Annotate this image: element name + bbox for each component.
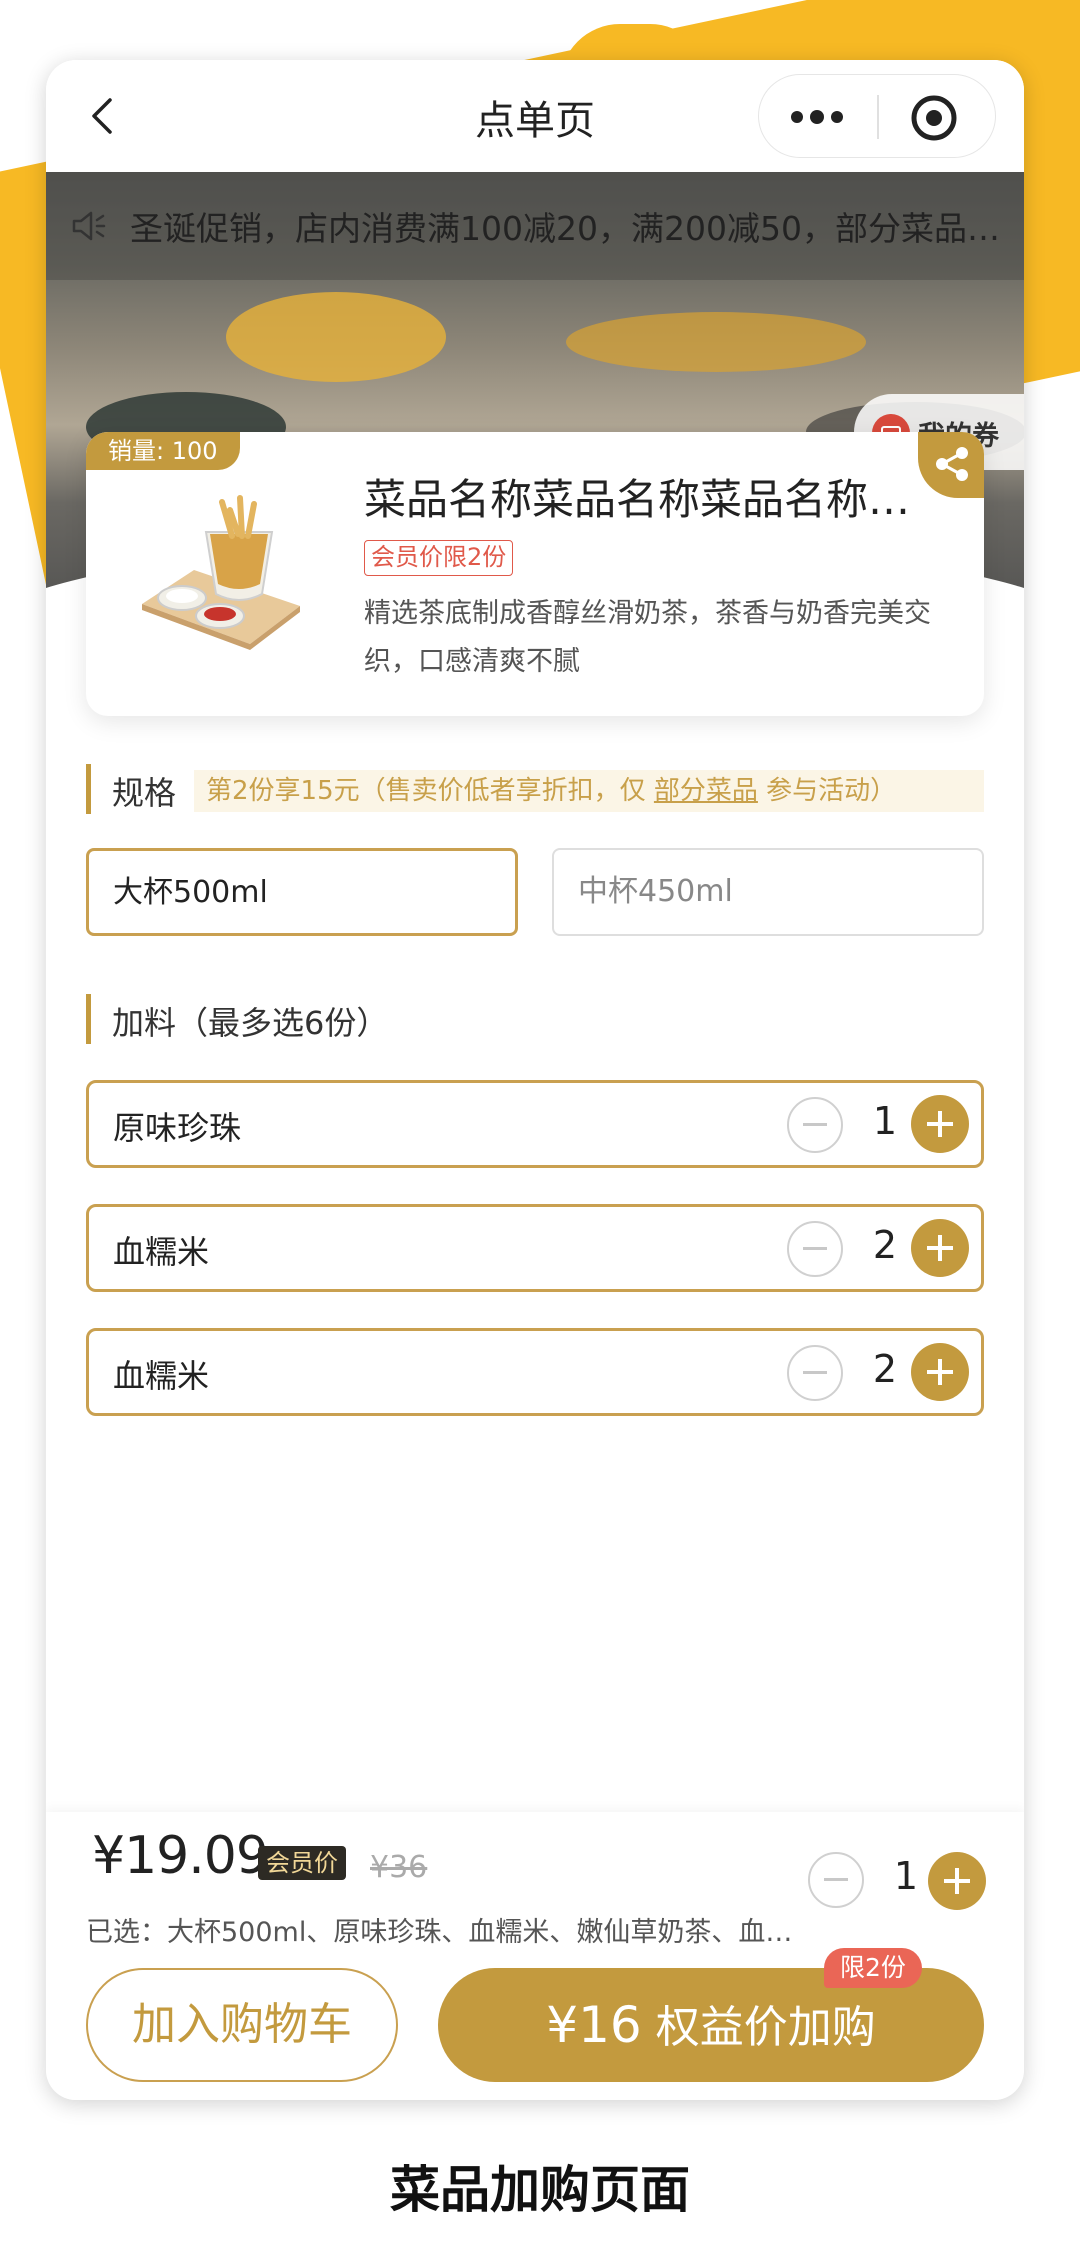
spec-promo-note: 第2份享15元（售卖价低者享折扣，仅 部分菜品 参与活动） [194,770,984,812]
bottom-action-bar: ¥19.09 会员价 ¥36 已选：大杯500ml、原味珍珠、血糯米、嫩仙草奶茶… [46,1812,1024,2100]
member-limit-badge: 会员价限2份 [364,540,514,576]
plus-button[interactable] [911,1095,969,1153]
original-price: ¥36 [370,1850,428,1885]
addon-qty: 1 [872,1099,898,1143]
plus-button[interactable] [911,1219,969,1277]
addon-qty: 2 [872,1347,898,1391]
notice-text: 圣诞促销，店内消费满100减20，满200减50，部分菜品不参与活动 [130,209,1010,248]
share-icon [936,447,968,481]
spec-note-suffix: 参与活动） [757,776,897,806]
selected-summary: 已选：大杯500ml、原味珍珠、血糯米、嫩仙草奶茶、血糯米 [86,1917,816,1948]
minus-button[interactable] [787,1097,843,1153]
addon-row: 血糯米 2 [86,1328,984,1416]
addon-name: 原味珍珠 [113,1109,242,1147]
addon-section-header: 加料（最多选6份） [86,988,686,1044]
hero-food-sauce-2 [566,312,866,372]
addon-row: 原味珍珠 1 [86,1080,984,1168]
limit-tag: 限2份 [824,1948,922,1988]
member-price-badge: 会员价 [258,1846,346,1880]
share-button[interactable] [918,432,984,498]
spec-section-header: 规格 第2份享15元（售卖价低者享折扣，仅 部分菜品 参与活动） [86,758,984,814]
addon-name: 血糯米 [113,1233,210,1271]
minus-button[interactable] [808,1852,864,1908]
spec-title: 规格 [112,774,177,812]
page-caption: 菜品加购页面 [390,2161,690,2219]
nav-bar: 点单页 [46,60,1024,172]
addon-name: 血糯米 [113,1357,210,1395]
capsule-divider [877,95,879,139]
current-price: ¥19.09 [92,1826,269,1886]
plus-button[interactable] [911,1343,969,1401]
addon-title: 加料（最多选6份） [112,1004,389,1042]
spec-option-medium[interactable]: 中杯450ml [552,848,984,936]
sales-tag: 销量: 100 [86,432,240,470]
more-dots-icon[interactable] [787,97,847,137]
spec-note-prefix: 第2份享15元（售卖价低者享折扣，仅 [206,776,654,806]
minus-button[interactable] [787,1221,843,1277]
product-description: 精选茶底制成香醇丝滑奶茶，茶香与奶香完美交织，口感清爽不腻 [364,598,931,677]
order-qty: 1 [893,1854,919,1898]
notice-bar[interactable]: 圣诞促销，店内消费满100减20，满200减50，部分菜品不参与活动 [46,172,1024,280]
mini-program-capsule [758,74,996,158]
spec-option-large[interactable]: 大杯500ml [86,848,518,936]
speaker-icon [72,211,106,241]
addon-qty: 2 [872,1223,898,1267]
plus-button[interactable] [928,1852,986,1910]
product-image [142,495,300,650]
product-card: 销量: 100 菜品名称菜品名称菜品名称菜品名称 会员价限2份 精选茶底制成香醇… [86,432,984,716]
partial-items-link[interactable]: 部分菜品 [654,776,758,806]
section-accent-bar [86,994,91,1044]
product-name: 菜品名称菜品名称菜品名称菜品名称 [364,475,924,524]
addon-row: 血糯米 2 [86,1204,984,1292]
buy-amount: ¥16 [546,1996,642,2054]
section-accent-bar [86,764,91,814]
phone-screen: 圣诞促销，店内消费满100减20，满200减50，部分菜品不参与活动 我的券 点… [46,60,1024,2100]
hero-food-sauce [226,292,446,382]
target-icon[interactable] [909,93,959,143]
minus-button[interactable] [787,1345,843,1401]
add-to-cart-button[interactable]: 加入购物车 [86,1968,398,2082]
buy-label: 权益价加购 [655,2002,876,2053]
